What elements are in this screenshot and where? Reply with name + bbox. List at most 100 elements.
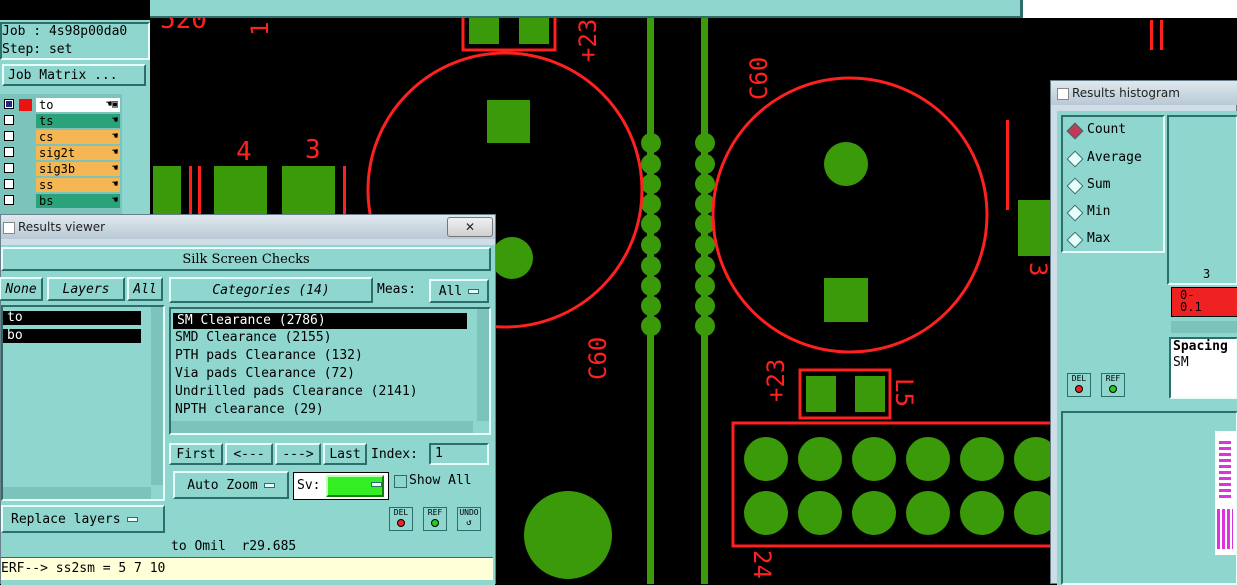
hand-icon: ☚▣ bbox=[105, 99, 118, 110]
meas-label: Meas: bbox=[377, 282, 417, 297]
none-button[interactable]: None bbox=[0, 277, 43, 301]
job-matrix-button[interactable]: Job Matrix ... bbox=[2, 64, 146, 86]
layer-name[interactable]: sig3b ☚ bbox=[36, 162, 120, 176]
layer-name[interactable]: bs ☚ bbox=[36, 194, 120, 208]
silk-label-3: 3 bbox=[305, 135, 321, 165]
option-sum-label[interactable]: Sum bbox=[1087, 176, 1110, 194]
layer-name[interactable]: cs ☚ bbox=[36, 130, 120, 144]
list-item[interactable]: SMD Clearance (2155) bbox=[171, 329, 489, 347]
categories-scrollbar-v[interactable] bbox=[477, 309, 489, 421]
layer-name[interactable]: ss ☚ bbox=[36, 178, 120, 192]
silk-label-4: 4 bbox=[236, 137, 252, 167]
layer-name[interactable]: sig2t ☚ bbox=[36, 146, 120, 160]
radio-average[interactable] bbox=[1066, 150, 1084, 168]
sv-label: Sv: bbox=[297, 478, 321, 493]
list-item[interactable]: NPTH clearance (29) bbox=[171, 401, 489, 419]
option-max-label[interactable]: Max bbox=[1087, 230, 1110, 248]
histogram-scrollbar[interactable] bbox=[1171, 321, 1237, 333]
list-item[interactable]: Via pads Clearance (72) bbox=[171, 365, 489, 383]
replace-layers-menu[interactable]: Replace layers bbox=[1, 505, 165, 533]
list-item[interactable]: bo bbox=[3, 329, 141, 343]
job-label: Job : 4s98p00da0 bbox=[2, 24, 128, 39]
layer-name[interactable]: ts ☚ bbox=[36, 114, 120, 128]
layer-color-swatch bbox=[19, 99, 32, 111]
undo-icon[interactable]: UNDO ↺ bbox=[457, 507, 481, 531]
layer-list[interactable]: to ☚▣ ts ☚ cs ☚ sig2t ☚ sig3b ☚ ss ☚ bs ☚ bbox=[0, 94, 122, 220]
histogram-plot[interactable]: 3 bbox=[1167, 115, 1237, 285]
categories-button[interactable]: Categories (14) bbox=[169, 277, 373, 303]
histogram-titlebar[interactable]: Results histogram bbox=[1051, 81, 1237, 105]
first-button[interactable]: First bbox=[169, 443, 223, 465]
hand-icon: ☚ bbox=[111, 115, 118, 126]
option-min-label[interactable]: Min bbox=[1087, 203, 1110, 221]
layer-checkbox[interactable] bbox=[4, 115, 14, 125]
severity-select[interactable] bbox=[326, 475, 384, 497]
layer-checkbox[interactable] bbox=[4, 179, 14, 189]
histogram-body: Count Average Sum Min Max 3 0- 0.1 Spaci… bbox=[1057, 111, 1237, 585]
layer-name[interactable]: to ☚▣ bbox=[36, 98, 120, 112]
list-item[interactable]: SM Clearance (2786) bbox=[173, 313, 467, 329]
index-input[interactable]: 1 bbox=[429, 443, 489, 465]
radio-sum[interactable] bbox=[1066, 177, 1084, 195]
show-all-label: Show All bbox=[409, 473, 472, 488]
histogram-delete-icon[interactable]: DEL bbox=[1067, 373, 1091, 397]
reference-icon[interactable]: REF bbox=[423, 507, 447, 531]
layer-row-sig2t[interactable]: sig2t ☚ bbox=[2, 146, 120, 161]
layer-checkbox[interactable] bbox=[4, 147, 14, 157]
layers-scrollbar-v[interactable] bbox=[151, 307, 163, 485]
silk-label-24: 24 bbox=[748, 550, 776, 579]
layer-row-cs[interactable]: cs ☚ bbox=[2, 130, 120, 145]
categories-scrollbar-h[interactable] bbox=[171, 421, 473, 433]
delete-icon[interactable]: DEL bbox=[389, 507, 413, 531]
bin-range-label: 0- 0.1 bbox=[1180, 288, 1202, 314]
results-viewer-body: Silk Screen Checks None Layers All to bo… bbox=[0, 245, 495, 585]
option-count-label[interactable]: Count bbox=[1087, 121, 1126, 139]
layers-result-list[interactable]: to bo bbox=[1, 305, 165, 501]
brand-area bbox=[1020, 0, 1237, 18]
radio-max[interactable] bbox=[1066, 231, 1084, 249]
meas-select[interactable]: All bbox=[429, 279, 489, 303]
silk-label-c60-top: C60 bbox=[745, 57, 773, 100]
layer-row-ts[interactable]: ts ☚ bbox=[2, 114, 120, 129]
auto-zoom-menu[interactable]: Auto Zoom bbox=[173, 471, 289, 499]
layer-row-ss[interactable]: ss ☚ bbox=[2, 178, 120, 193]
hand-icon: ☚ bbox=[111, 147, 118, 158]
next-button[interactable]: ---> bbox=[275, 443, 321, 465]
layers-scrollbar-h[interactable] bbox=[3, 487, 151, 499]
radio-count[interactable] bbox=[1066, 122, 1084, 140]
silk-label-1: 1 bbox=[246, 22, 274, 36]
window-icon bbox=[1057, 87, 1069, 100]
list-item[interactable]: to bbox=[3, 311, 141, 325]
categories-list[interactable]: SM Clearance (2786) SMD Clearance (2155)… bbox=[169, 307, 491, 435]
list-item[interactable]: PTH pads Clearance (132) bbox=[171, 347, 489, 365]
hand-icon: ☚ bbox=[111, 163, 118, 174]
list-item[interactable]: Undrilled pads Clearance (2141) bbox=[171, 383, 489, 401]
layer-checkbox[interactable] bbox=[4, 99, 14, 109]
hand-icon: ☚ bbox=[111, 131, 118, 142]
window-title: Results viewer bbox=[18, 220, 106, 234]
all-layers-button[interactable]: All bbox=[127, 277, 163, 301]
info-line: SM bbox=[1173, 355, 1189, 370]
histogram-bin[interactable]: 0- 0.1 bbox=[1171, 287, 1237, 317]
layer-checkbox[interactable] bbox=[4, 195, 14, 205]
histogram-reference-icon[interactable]: REF bbox=[1101, 373, 1125, 397]
histogram-preview[interactable] bbox=[1061, 411, 1237, 585]
layers-button[interactable]: Layers bbox=[47, 277, 125, 301]
preview-map bbox=[1215, 431, 1236, 555]
option-average-label[interactable]: Average bbox=[1087, 149, 1142, 167]
layer-row-to[interactable]: to ☚▣ bbox=[2, 98, 120, 113]
severity-field: Sv: bbox=[293, 472, 389, 500]
previous-button[interactable]: <--- bbox=[225, 443, 273, 465]
job-panel: Job : 4s98p00da0 Step: set Job Matrix ..… bbox=[0, 20, 150, 220]
last-button[interactable]: Last bbox=[323, 443, 367, 465]
layer-checkbox[interactable] bbox=[4, 131, 14, 141]
measure-radio-group: Count Average Sum Min Max bbox=[1061, 115, 1165, 253]
show-all-checkbox[interactable] bbox=[394, 475, 407, 488]
layer-row-bs[interactable]: bs ☚ bbox=[2, 194, 120, 209]
command-line[interactable]: ERF--> ss2sm = 5 7 10 bbox=[1, 557, 493, 580]
close-icon[interactable]: ✕ bbox=[447, 217, 493, 237]
layer-row-sig3b[interactable]: sig3b ☚ bbox=[2, 162, 120, 177]
layer-checkbox[interactable] bbox=[4, 163, 14, 173]
results-viewer-titlebar[interactable]: Results viewer ✕ bbox=[1, 215, 495, 239]
radio-min[interactable] bbox=[1066, 204, 1084, 222]
